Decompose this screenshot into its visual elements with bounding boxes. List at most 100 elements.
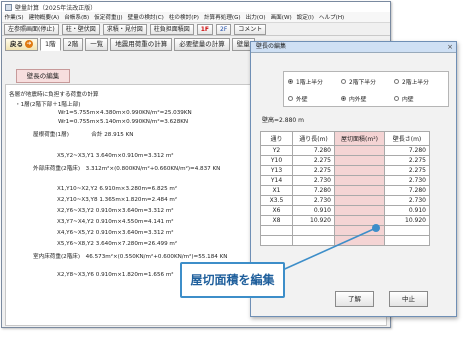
table-row[interactable]: Y14 2.730 2.730: [260, 175, 430, 186]
menu-item-wall[interactable]: 壁量の検討(C): [125, 13, 166, 21]
radio-group: 1階上半分 2階下半分 2階上半分 外壁 内外壁 内壁: [283, 71, 449, 107]
ok-button[interactable]: 了解: [335, 291, 374, 307]
calc-line: 外部床荷重(2階床) 3.312m²×(0.800KN/m²+0.660KN/m…: [33, 166, 221, 172]
table-row[interactable]: Y2 7.280 7.280: [260, 145, 430, 156]
cell-gable-area[interactable]: [334, 205, 385, 216]
cell-gable-area[interactable]: [334, 225, 385, 236]
menu-item-recalc[interactable]: 計算再処理(G): [201, 13, 243, 21]
calc-line: Wr1=5.755m×4.380m×0.990KN/m²=25.039KN: [58, 110, 192, 116]
cell-wall-length[interactable]: 2.275: [384, 155, 430, 166]
floor-1f-button[interactable]: 1F: [196, 23, 214, 35]
cell-line: [260, 235, 293, 246]
column-load-area-button[interactable]: 柱負担面積図: [149, 23, 194, 35]
table-row[interactable]: X6 0.910 0.910: [260, 205, 430, 216]
radio-floor2-upper[interactable]: 2階上半分: [394, 77, 429, 86]
cell-line-length: 7.280: [292, 145, 335, 156]
cell-gable-area[interactable]: [334, 145, 385, 156]
radio-interior-wall[interactable]: 内壁: [394, 94, 414, 103]
column-header: 通り: [260, 131, 293, 146]
cell-line: Y14: [260, 175, 293, 186]
calc-line: X3,Y7~X4,Y2 0.910m×4.550m=4.141 m²: [57, 219, 174, 225]
tab-required-wall[interactable]: 必要壁量の計算: [174, 37, 230, 51]
menu-item-work[interactable]: 作業(S): [2, 13, 26, 21]
cell-line-length: 2.275: [292, 155, 335, 166]
column-header: 壁長さ(m): [384, 131, 430, 146]
tab-floor1[interactable]: 1階: [40, 37, 61, 51]
arrow-right-icon: ➜: [25, 40, 33, 48]
radio-label: 1階上半分: [296, 80, 323, 86]
cell-gable-area[interactable]: [334, 195, 385, 206]
menu-item-building[interactable]: 建物概要(A): [26, 13, 62, 21]
radio-floor1-upper[interactable]: 1階上半分: [288, 77, 323, 86]
floor-2f-button[interactable]: 2F: [216, 23, 232, 35]
cell-wall-length[interactable]: 2.730: [384, 195, 430, 206]
radio-selected-icon: [288, 79, 293, 84]
cell-line: X1: [260, 185, 293, 196]
cell-gable-area[interactable]: [334, 165, 385, 176]
close-icon[interactable]: ×: [447, 42, 453, 52]
cell-gable-area[interactable]: [334, 185, 385, 196]
cell-line-length: 10.920: [292, 215, 335, 226]
cell-wall-length[interactable]: [384, 225, 430, 236]
table-row[interactable]: Y13 2.275 2.275: [260, 165, 430, 176]
radio-inner-outer-wall[interactable]: 内外壁: [341, 94, 366, 103]
cell-gable-area[interactable]: [334, 175, 385, 186]
cell-line-length: [292, 235, 335, 246]
cell-gable-area[interactable]: [334, 215, 385, 226]
cell-gable-area[interactable]: [334, 155, 385, 166]
cell-wall-length[interactable]: 7.280: [384, 145, 430, 156]
comment-button[interactable]: コメント: [234, 23, 267, 35]
menu-item-settings[interactable]: 設定(I): [294, 13, 316, 21]
cell-wall-length[interactable]: 7.280: [384, 185, 430, 196]
tab-list[interactable]: 一覧: [85, 37, 109, 51]
calc-line: 屋根荷重(1層) 合計 28.915 KN: [33, 132, 134, 138]
cell-wall-length[interactable]: [384, 235, 430, 246]
table-row[interactable]: [260, 225, 430, 236]
left-reference-button[interactable]: 左参照画面(停止): [4, 23, 59, 35]
window-title: 壁量計算（2025年法改正版）: [15, 4, 97, 12]
cell-line: Y13: [260, 165, 293, 176]
menu-item-load[interactable]: 仮定荷重(J): [92, 13, 125, 21]
cell-line-length: 2.730: [292, 175, 335, 186]
table-row[interactable]: X1 7.280 7.280: [260, 185, 430, 196]
calc-line: 室内床荷重(2階床) 46.573m²×(0.550KN/m²+0.600KN/…: [33, 254, 228, 260]
calc-line: ・1層(2階下部＋1階上部): [15, 102, 81, 108]
edit-wall-length-button[interactable]: 壁長の編集: [16, 69, 70, 83]
calc-line: X4,Y6~X5,Y2 0.910m×3.640m=3.312 m²: [57, 230, 174, 236]
cell-gable-area[interactable]: [334, 235, 385, 246]
tab-seismic-load[interactable]: 地震用荷重の計算: [110, 37, 173, 51]
menu-item-output[interactable]: 出力(O): [243, 13, 268, 21]
area-elevation-button[interactable]: 求積・見付図: [102, 23, 147, 35]
menu-item-view[interactable]: 画面(W): [268, 13, 294, 21]
radio-exterior-wall[interactable]: 外壁: [288, 94, 308, 103]
column-wall-plan-button[interactable]: 柱・壁伏図: [61, 23, 100, 35]
radio-selected-icon: [341, 96, 346, 101]
cell-wall-length[interactable]: 0.910: [384, 205, 430, 216]
back-button[interactable]: 戻る ➜: [5, 37, 38, 51]
title-bar: 壁量計算（2025年法改正版）: [2, 2, 390, 12]
menu-item-column[interactable]: 柱の検討(P): [166, 13, 201, 21]
cell-line-length: 7.280: [292, 185, 335, 196]
column-header: 通り長(m): [292, 131, 335, 146]
menu-item-ledger[interactable]: 台帳系(B): [62, 13, 92, 21]
cell-wall-length[interactable]: 2.275: [384, 165, 430, 176]
cell-wall-length[interactable]: 10.920: [384, 215, 430, 226]
table-row[interactable]: [260, 235, 430, 246]
table-row[interactable]: Y10 2.275 2.275: [260, 155, 430, 166]
tab-floor2[interactable]: 2階: [62, 37, 84, 51]
table-row[interactable]: X3.5 2.730 2.730: [260, 195, 430, 206]
menu-bar: 作業(S) 建物概要(A) 台帳系(B) 仮定荷重(J) 壁量の検討(C) 柱の…: [2, 12, 390, 23]
radio-floor2-lower[interactable]: 2階下半分: [341, 77, 376, 86]
cell-line-length: 2.730: [292, 195, 335, 206]
radio-label: 内外壁: [349, 97, 367, 103]
menu-item-help[interactable]: ヘルプ(H): [316, 13, 346, 21]
cancel-button[interactable]: 中止: [389, 291, 428, 307]
cell-line: Y10: [260, 155, 293, 166]
cell-line-length: 0.910: [292, 205, 335, 216]
cell-wall-length[interactable]: 2.730: [384, 175, 430, 186]
cell-line-length: 2.275: [292, 165, 335, 176]
app-icon: [5, 3, 12, 11]
table-row[interactable]: X8 10.920 10.920: [260, 215, 430, 226]
cell-line: Y2: [260, 145, 293, 156]
calc-line: X5,Y2~X3,Y1 3.640m×0.910m=3.312 m²: [57, 153, 174, 159]
